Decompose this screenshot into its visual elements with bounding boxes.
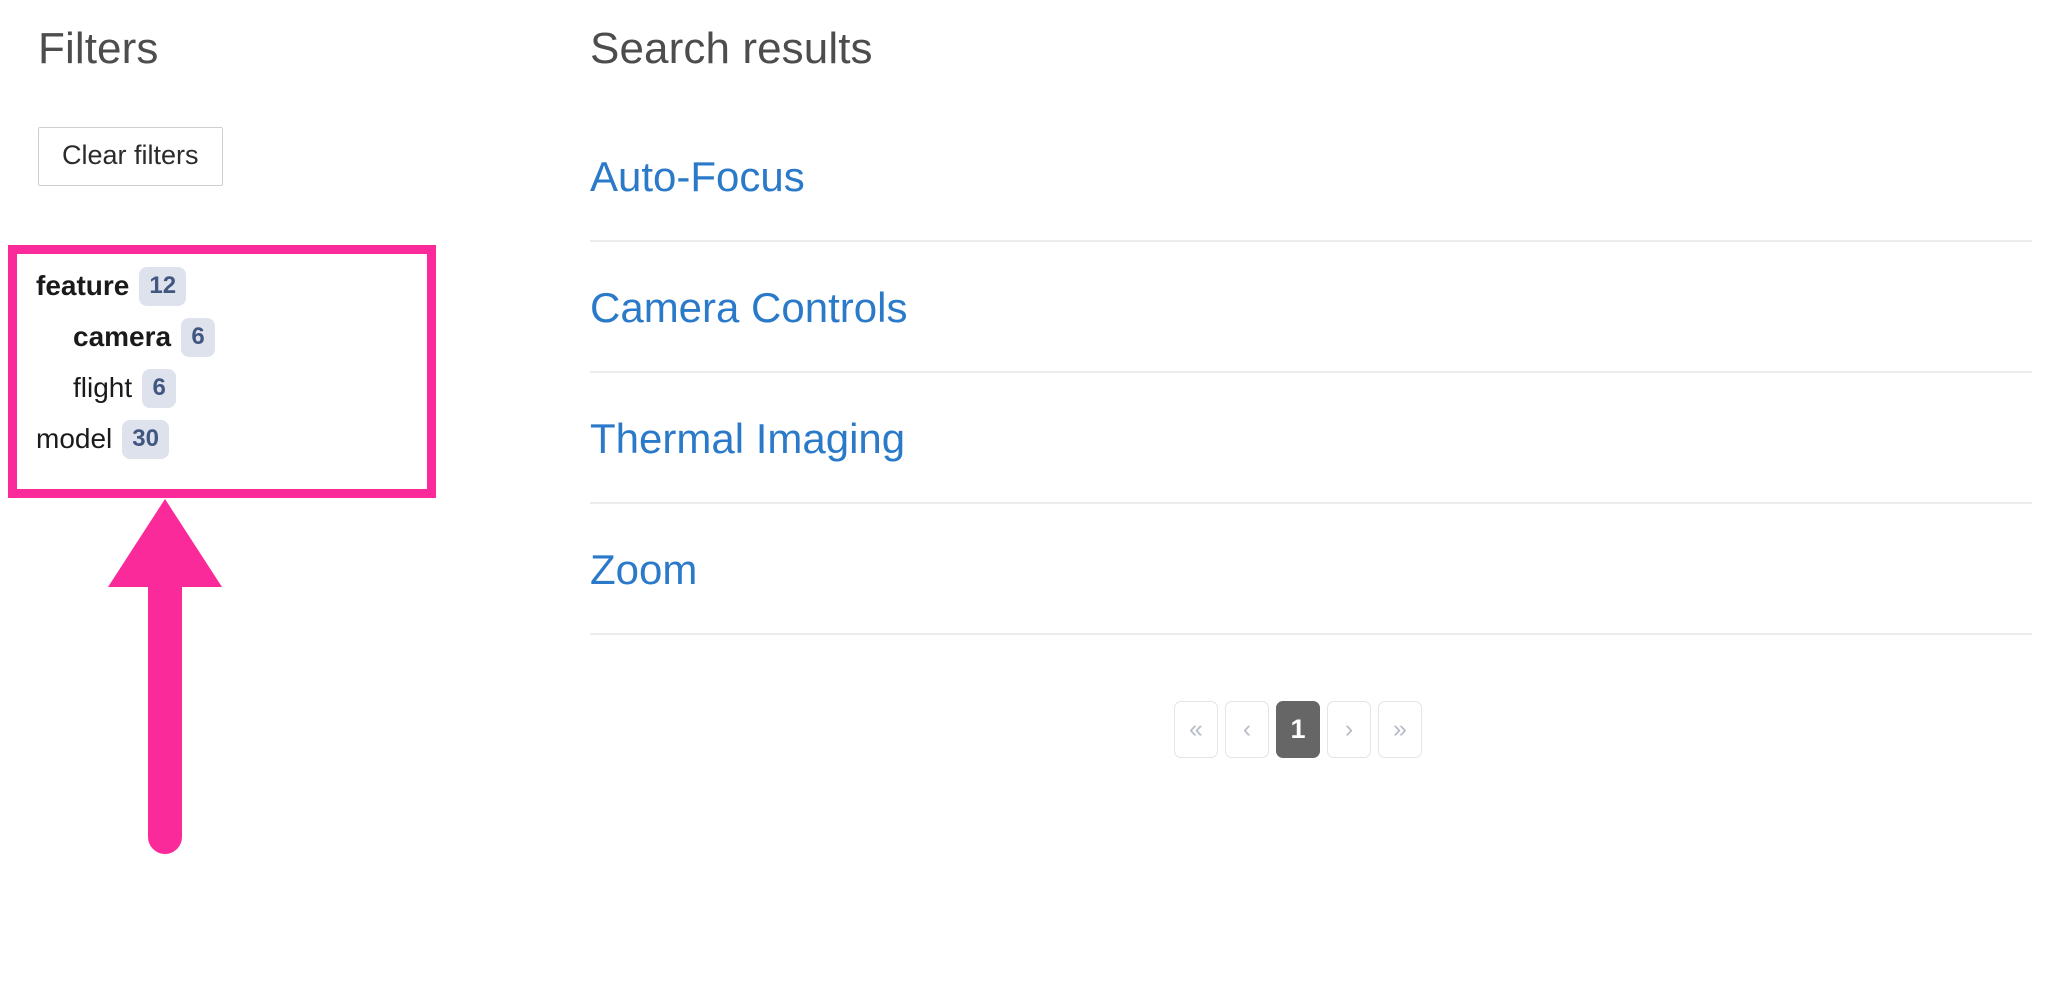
results-list: Auto-Focus Camera Controls Thermal Imaging… bbox=[590, 125, 2032, 635]
pagination-last-button[interactable]: » bbox=[1378, 700, 1422, 758]
filters-heading: Filters bbox=[38, 24, 159, 73]
result-item: Thermal Imaging bbox=[590, 373, 2032, 504]
pagination-prev-button[interactable]: ‹ bbox=[1225, 700, 1269, 758]
facet-label: model bbox=[36, 423, 113, 455]
pagination-container: « ‹ 1 › » bbox=[590, 700, 2032, 758]
facet-item-flight[interactable]: flight 6 bbox=[8, 369, 177, 408]
pagination-page-1-button[interactable]: 1 bbox=[1276, 700, 1320, 758]
facet-count-badge: 12 bbox=[139, 267, 187, 306]
up-arrow-icon bbox=[108, 499, 222, 854]
result-link[interactable]: Camera Controls bbox=[590, 284, 907, 331]
search-results-heading: Search results bbox=[590, 24, 873, 73]
facet-count-badge: 6 bbox=[142, 369, 177, 408]
facet-item-feature[interactable]: feature 12 bbox=[8, 267, 187, 306]
facet-item-camera[interactable]: camera 6 bbox=[8, 318, 216, 357]
pagination-next-button[interactable]: › bbox=[1327, 700, 1371, 758]
facet-label: flight bbox=[73, 372, 133, 404]
pagination-first-button[interactable]: « bbox=[1174, 700, 1218, 758]
facet-count-badge: 30 bbox=[122, 420, 169, 459]
clear-filters-button[interactable]: Clear filters bbox=[38, 126, 223, 187]
result-item: Auto-Focus bbox=[590, 125, 2032, 242]
result-link[interactable]: Thermal Imaging bbox=[590, 415, 905, 462]
facet-label: feature bbox=[36, 270, 130, 302]
facet-item-model[interactable]: model 30 bbox=[8, 420, 169, 459]
facet-count-badge: 6 bbox=[181, 318, 216, 357]
result-item: Camera Controls bbox=[590, 242, 2032, 373]
facet-list: feature 12 camera 6 flight 6 model 30 bbox=[8, 245, 436, 498]
result-link[interactable]: Auto-Focus bbox=[590, 153, 805, 200]
pagination: « ‹ 1 › » bbox=[1174, 700, 1422, 758]
up-arrow-annotation bbox=[100, 495, 230, 865]
search-results-panel: Search results Auto-Focus Camera Controls… bbox=[590, 0, 2062, 992]
result-link[interactable]: Zoom bbox=[590, 546, 697, 593]
search-page: Filters Clear filters feature 12 camera 6 fl… bbox=[0, 0, 2062, 992]
facet-label: camera bbox=[73, 321, 172, 353]
result-item: Zoom bbox=[590, 504, 2032, 635]
filters-sidebar: Filters Clear filters feature 12 camera 6 fl… bbox=[0, 0, 590, 992]
